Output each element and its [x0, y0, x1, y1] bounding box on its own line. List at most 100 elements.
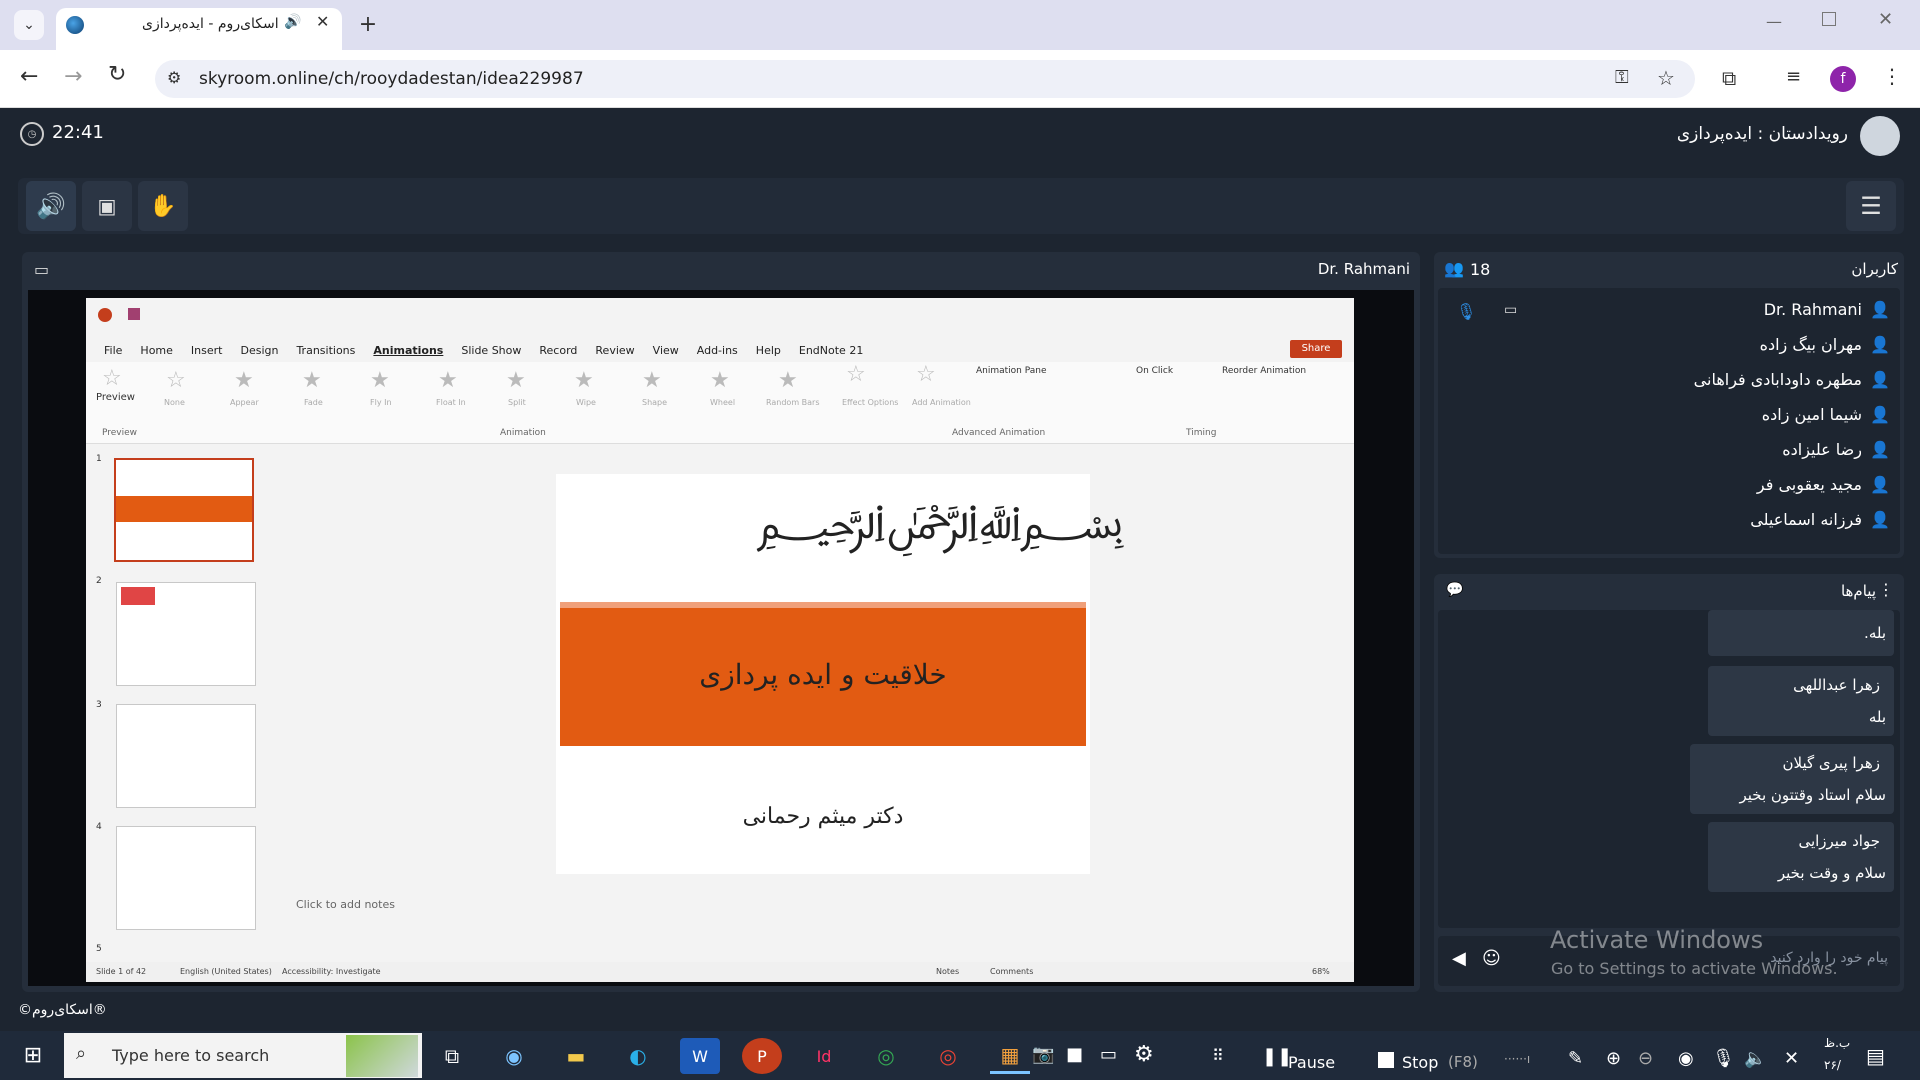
save-icon[interactable] — [128, 308, 140, 320]
window-icon[interactable]: ▭ — [1100, 1044, 1117, 1065]
notes-placeholder[interactable]: Click to add notes — [296, 898, 395, 911]
pause-label[interactable]: Pause — [1288, 1053, 1335, 1072]
camera-icon[interactable]: 📷 — [1032, 1044, 1054, 1065]
zoom-in-icon[interactable]: ⊕ — [1606, 1048, 1621, 1069]
messages-menu-icon[interactable]: ⋮ — [1878, 580, 1894, 599]
on-click-dropdown[interactable]: On Click — [1136, 366, 1173, 376]
indesign-icon[interactable]: Id — [804, 1038, 844, 1074]
effect-flyin-icon[interactable]: ★ — [370, 368, 390, 393]
pp-menu-home[interactable]: Home — [140, 344, 172, 357]
minimize-icon[interactable]: — — [1766, 12, 1782, 31]
settings-icon[interactable]: ⚙ — [1134, 1042, 1154, 1067]
user-name[interactable]: مجید یعقوبی فر — [1757, 475, 1862, 494]
pp-menu-slideshow[interactable]: Slide Show — [461, 344, 521, 357]
pp-menu-addins[interactable]: Add-ins — [697, 344, 738, 357]
site-info-icon[interactable]: ⚙ — [167, 68, 181, 87]
pen-icon[interactable]: ✎ — [1568, 1048, 1583, 1069]
media-control-icon[interactable]: ≡ — [1786, 66, 1801, 87]
close-tab-icon[interactable]: ✕ — [316, 12, 329, 31]
mic-icon[interactable]: 🎙 — [1456, 302, 1476, 321]
effect-none-icon[interactable]: ☆ — [166, 368, 186, 393]
stop-label[interactable]: Stop — [1402, 1053, 1438, 1072]
word-icon[interactable]: W — [680, 1038, 720, 1074]
zoom-level[interactable]: 68% — [1312, 967, 1330, 976]
user-name[interactable]: Dr. Rahmani — [1764, 300, 1862, 319]
effect-shape-icon[interactable]: ★ — [642, 368, 662, 393]
status-notes[interactable]: Notes — [936, 967, 959, 976]
powerpoint-icon[interactable]: P — [742, 1038, 782, 1074]
pp-menu-transitions[interactable]: Transitions — [296, 344, 355, 357]
user-name[interactable]: رضا علیزاده — [1782, 440, 1862, 459]
user-name[interactable]: فرزانه اسماعیلی — [1750, 510, 1862, 529]
send-icon[interactable]: ◀ — [1452, 948, 1466, 969]
screen-recorder-icon[interactable]: ▦ — [990, 1038, 1030, 1074]
emoji-icon[interactable]: ☺ — [1482, 948, 1501, 969]
files-button[interactable]: ▣ — [82, 181, 132, 231]
pp-menu-record[interactable]: Record — [539, 344, 577, 357]
slide-thumbnail[interactable] — [114, 458, 254, 562]
microphone-icon[interactable]: 🎙 — [1712, 1048, 1735, 1069]
add-animation-icon[interactable]: ☆ — [916, 362, 936, 387]
browser-menu-icon[interactable]: ⋮ — [1882, 64, 1902, 88]
url-field[interactable]: ⚙ skyroom.online/ch/rooydadestan/idea229… — [155, 60, 1695, 98]
effect-wipe-icon[interactable]: ★ — [574, 368, 594, 393]
windows-start-icon[interactable]: ⊞ — [18, 1040, 48, 1070]
profile-avatar[interactable]: f — [1830, 66, 1856, 92]
browser-tab[interactable]: اسکای‌روم - ایده‌پردازی 🔊 ✕ — [56, 8, 342, 50]
pp-menu-review[interactable]: Review — [595, 344, 634, 357]
share-button[interactable]: Share — [1290, 340, 1342, 358]
back-icon[interactable]: ← — [20, 64, 38, 89]
slide-thumbnail[interactable] — [116, 704, 256, 808]
bookmark-star-icon[interactable]: ☆ — [1657, 66, 1675, 90]
pp-menu-design[interactable]: Design — [240, 344, 278, 357]
close-recorder-icon[interactable]: ✕ — [1784, 1048, 1799, 1069]
status-comments[interactable]: Comments — [990, 967, 1033, 976]
effect-split-icon[interactable]: ★ — [506, 368, 526, 393]
menu-hamburger-button[interactable]: ☰ — [1846, 181, 1896, 231]
file-explorer-icon[interactable]: ▬ — [556, 1038, 596, 1074]
user-name[interactable]: شیما امین زاده — [1762, 405, 1862, 424]
extensions-icon[interactable]: ⧉ — [1722, 66, 1736, 90]
animation-pane-button[interactable]: Animation Pane — [976, 366, 1047, 376]
raise-hand-button[interactable]: ✋ — [138, 181, 188, 231]
copilot-icon[interactable]: ◉ — [494, 1038, 534, 1074]
close-window-icon[interactable]: ✕ — [1878, 9, 1893, 30]
taskbar-search[interactable]: ⌕ Type here to search — [64, 1033, 422, 1078]
stop-icon[interactable] — [1378, 1052, 1394, 1068]
pp-menu-animations[interactable]: Animations — [373, 344, 443, 357]
chrome-profile-icon[interactable]: ◎ — [928, 1038, 968, 1074]
pp-menu-insert[interactable]: Insert — [191, 344, 223, 357]
notification-icon[interactable]: ▤ — [1866, 1044, 1885, 1068]
chrome-icon[interactable]: ◎ — [866, 1038, 906, 1074]
volume-icon[interactable]: 🔈 — [1744, 1048, 1766, 1069]
tab-list-button[interactable]: ⌄ — [14, 10, 44, 40]
task-view-icon[interactable]: ⧉ — [432, 1038, 472, 1074]
zoom-out-icon[interactable]: ⊖ — [1638, 1048, 1653, 1069]
video-icon[interactable]: ■ — [1066, 1044, 1083, 1065]
preview-star-icon[interactable]: ☆ — [102, 366, 122, 391]
pp-menu-help[interactable]: Help — [756, 344, 781, 357]
password-key-icon[interactable]: ⚿ — [1615, 67, 1629, 88]
effect-options-icon[interactable]: ☆ — [846, 362, 866, 387]
webcam-icon[interactable]: ◉ — [1678, 1048, 1694, 1069]
effect-appear-icon[interactable]: ★ — [234, 368, 254, 393]
forward-icon[interactable]: → — [64, 64, 82, 89]
effect-floatin-icon[interactable]: ★ — [438, 368, 458, 393]
user-avatar[interactable] — [1860, 116, 1900, 156]
drag-handle-icon[interactable]: ⠿ — [1212, 1046, 1224, 1065]
effect-randombars-icon[interactable]: ★ — [778, 368, 798, 393]
user-name[interactable]: مهران بیگ زاده — [1760, 335, 1862, 354]
user-name[interactable]: مطهره داودابادی فراهانی — [1694, 370, 1862, 389]
screen-share-icon[interactable]: ▭ — [1504, 302, 1517, 318]
pp-menu-file[interactable]: File — [104, 344, 122, 357]
slide-thumbnail[interactable] — [116, 582, 256, 686]
screen-share-icon[interactable]: ▭ — [34, 260, 49, 279]
reload-icon[interactable]: ↻ — [108, 62, 126, 87]
edge-icon[interactable]: ◐ — [618, 1038, 658, 1074]
effect-fade-icon[interactable]: ★ — [302, 368, 322, 393]
new-tab-button[interactable]: + — [354, 10, 382, 38]
speaker-button[interactable]: 🔊 — [26, 181, 76, 231]
slide-thumbnail[interactable] — [116, 826, 256, 930]
pp-menu-view[interactable]: View — [653, 344, 679, 357]
effect-wheel-icon[interactable]: ★ — [710, 368, 730, 393]
